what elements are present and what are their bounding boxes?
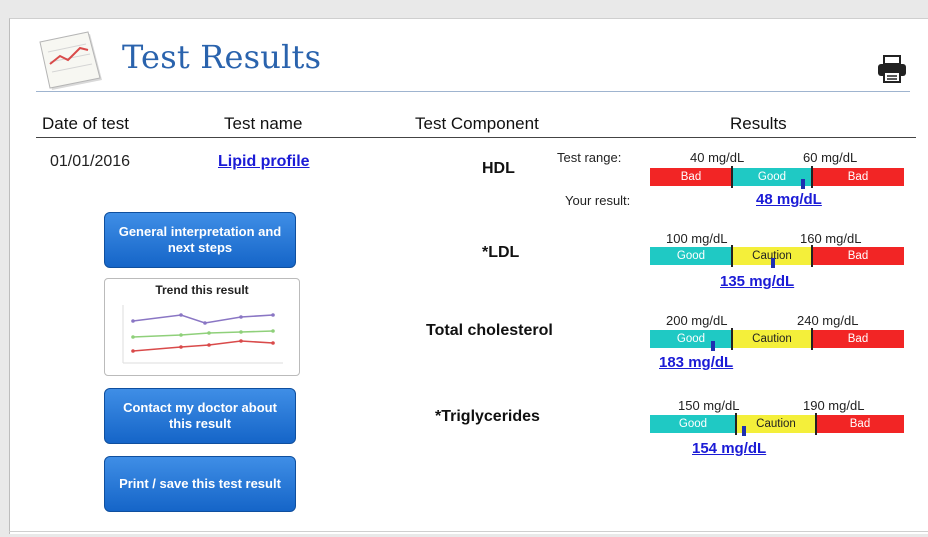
triglycerides-divider-low — [735, 413, 737, 435]
total-cholesterol-range-bar: Good Caution Bad — [650, 328, 904, 350]
hdl-range-bar: Bad Good Bad — [650, 166, 904, 188]
column-header-date: Date of test — [42, 114, 129, 133]
page-title: Test Results — [122, 38, 322, 76]
trend-result-label: Trend this result — [155, 283, 249, 297]
column-header-component: Test Component — [415, 114, 539, 133]
ldl-range-bar: Good Caution Bad — [650, 245, 904, 267]
hdl-divider-low — [731, 166, 733, 188]
trend-line-red — [132, 340, 274, 352]
test-range-label: Test range: — [557, 150, 622, 165]
contact-doctor-label: Contact my doctor about this result — [123, 400, 277, 431]
ldl-result-marker — [771, 258, 775, 268]
hdl-threshold-low: 40 mg/dL — [690, 150, 745, 165]
triglycerides-threshold-low: 150 mg/dL — [678, 398, 740, 413]
trend-chart-thumbnail — [122, 305, 283, 364]
total-cholesterol-result-link[interactable]: 183 mg/dL — [659, 354, 733, 371]
printer-icon[interactable] — [876, 54, 908, 84]
total-cholesterol-result-marker — [711, 341, 715, 351]
triglycerides-result-link[interactable]: 154 mg/dL — [692, 440, 766, 457]
your-result-label: Your result: — [565, 193, 631, 208]
ldl-divider-high — [811, 245, 813, 267]
hdl-result-marker — [801, 179, 805, 189]
header-divider — [36, 137, 916, 138]
hdl-segment-bad-low: Bad — [650, 168, 732, 186]
component-name-hdl: HDL — [482, 160, 515, 177]
triglycerides-range-bar: Good Caution Bad — [650, 413, 904, 435]
component-name-triglycerides: *Triglycerides — [435, 408, 540, 425]
hdl-divider-high — [811, 166, 813, 188]
ldl-divider-low — [731, 245, 733, 267]
ldl-result-link[interactable]: 135 mg/dL — [720, 273, 794, 290]
triglycerides-segment-caution: Caution — [736, 415, 816, 433]
ldl-segment-good: Good — [650, 247, 732, 265]
hdl-segment-good: Good — [732, 168, 812, 186]
print-save-label: Print / save this test result — [119, 476, 281, 491]
triglycerides-result-marker — [742, 426, 746, 436]
total-cholesterol-divider-low — [731, 328, 733, 350]
component-name-total-cholesterol: Total cholesterol — [426, 322, 553, 339]
triglycerides-segment-good: Good — [650, 415, 736, 433]
ldl-threshold-high: 160 mg/dL — [800, 231, 862, 246]
contact-doctor-button[interactable]: Contact my doctor about this result — [104, 388, 296, 444]
test-name-link[interactable]: Lipid profile — [218, 153, 310, 171]
triglycerides-segment-bad: Bad — [816, 415, 904, 433]
component-name-ldl: *LDL — [482, 244, 520, 261]
total-cholesterol-segment-caution: Caution — [732, 330, 812, 348]
triglycerides-divider-high — [815, 413, 817, 435]
hdl-segment-bad-high: Bad — [812, 168, 904, 186]
print-save-button[interactable]: Print / save this test result — [104, 456, 296, 512]
hdl-threshold-high: 60 mg/dL — [803, 150, 858, 165]
triglycerides-threshold-high: 190 mg/dL — [803, 398, 865, 413]
trend-line-purple — [132, 314, 274, 324]
total-cholesterol-threshold-high: 240 mg/dL — [797, 313, 859, 328]
hdl-result-link[interactable]: 48 mg/dL — [756, 191, 822, 208]
ldl-segment-bad: Bad — [812, 247, 904, 265]
trend-result-button[interactable]: Trend this result — [104, 278, 300, 376]
trend-line-green — [132, 330, 274, 338]
test-date: 01/01/2016 — [50, 153, 131, 170]
ldl-threshold-low: 100 mg/dL — [666, 231, 728, 246]
total-cholesterol-threshold-low: 200 mg/dL — [666, 313, 728, 328]
title-divider — [36, 91, 910, 92]
column-header-test-name: Test name — [224, 114, 303, 133]
total-cholesterol-divider-high — [811, 328, 813, 350]
general-interpretation-label: General interpretation and next steps — [118, 224, 282, 255]
document-chart-icon — [39, 31, 102, 90]
column-header-results: Results — [730, 114, 787, 133]
general-interpretation-button[interactable]: General interpretation and next steps — [104, 212, 296, 268]
bottom-divider — [9, 531, 928, 532]
total-cholesterol-segment-bad: Bad — [812, 330, 904, 348]
total-cholesterol-segment-good: Good — [650, 330, 732, 348]
